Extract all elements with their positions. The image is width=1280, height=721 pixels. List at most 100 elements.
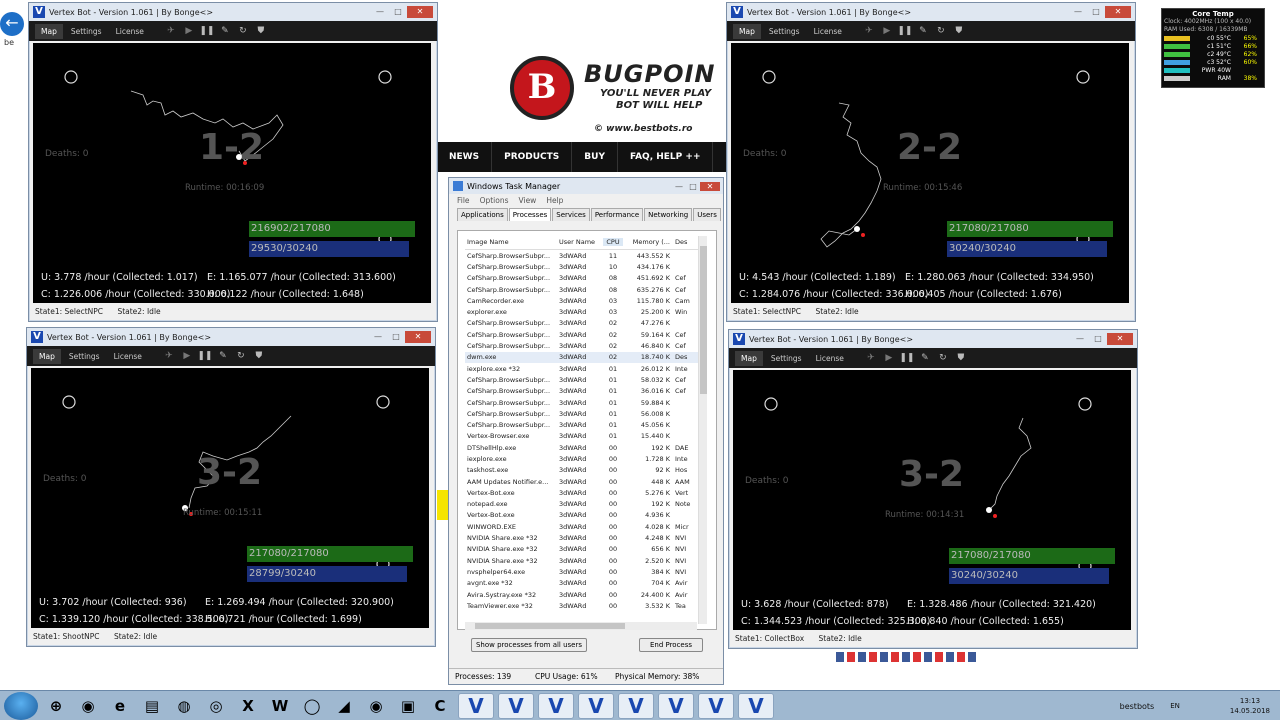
tray-language[interactable]: EN xyxy=(1170,702,1180,710)
table-row[interactable]: CefSharp.BrowserSubpr... 3dWARd 01 59.884 K xyxy=(465,397,705,408)
tab-settings[interactable]: Settings xyxy=(65,24,108,39)
table-row[interactable]: Vertex-Bot.exe 3dWARd 00 4.936 K xyxy=(465,510,705,521)
refresh-icon[interactable]: ↻ xyxy=(234,26,252,36)
taskbar-vertex-icon[interactable]: V xyxy=(658,692,694,719)
table-row[interactable]: NVIDIA Share.exe *32 3dWARd 00 4.248 K NVI xyxy=(465,532,705,543)
table-row[interactable]: CefSharp.BrowserSubpr... 3dWARd 11 443.552 … xyxy=(465,250,705,261)
pause-icon[interactable]: ❚❚ xyxy=(196,351,214,361)
table-row[interactable]: CamRecorder.exe 3dWARd 03 115.780 K Cam xyxy=(465,295,705,306)
tab-networking[interactable]: Networking xyxy=(644,208,693,221)
tab-settings[interactable]: Settings xyxy=(63,349,106,364)
play-icon[interactable]: ▶ xyxy=(878,26,896,36)
minimize-button[interactable]: — xyxy=(672,182,686,191)
tab-license[interactable]: License xyxy=(810,351,850,366)
taskbar-app-icon[interactable]: ⊕ xyxy=(42,693,70,719)
close-button[interactable]: ✕ xyxy=(700,181,720,191)
menu-view[interactable]: View xyxy=(519,196,537,205)
taskbar-app-icon[interactable]: ◢ xyxy=(330,693,358,719)
table-row[interactable]: CefSharp.BrowserSubpr... 3dWARd 08 635.276 … xyxy=(465,284,705,295)
table-row[interactable]: Vertex-Browser.exe 3dWARd 01 15.440 K xyxy=(465,431,705,442)
nav-products[interactable]: PRODUCTS xyxy=(492,142,573,172)
tab-license[interactable]: License xyxy=(808,24,848,39)
table-row[interactable]: CefSharp.BrowserSubpr... 3dWARd 01 56.008 K xyxy=(465,408,705,419)
tab-processes[interactable]: Processes xyxy=(508,208,552,221)
tab-performance[interactable]: Performance xyxy=(590,208,644,221)
vertex-bot-window[interactable]: V Vertex Bot - Version 1.061 | By Bonge<… xyxy=(728,329,1138,649)
tray-user[interactable]: bestbots xyxy=(1120,702,1155,711)
minimize-button[interactable]: — xyxy=(1071,333,1089,345)
table-row[interactable]: dwm.exe 3dWARd 02 18.740 K Des xyxy=(465,351,705,363)
table-row[interactable]: iexplore.exe 3dWARd 00 1.728 K Inte xyxy=(465,453,705,464)
refresh-icon[interactable]: ↻ xyxy=(934,353,952,363)
minimap[interactable]: 3-2 Deaths: 0 Runtime: 00:15:11 217080/2… xyxy=(31,368,429,590)
nav-buy[interactable]: BUY xyxy=(572,142,618,172)
pin-icon[interactable]: ✎ xyxy=(214,351,232,361)
plane-icon[interactable]: ✈ xyxy=(160,351,178,361)
column-user-name[interactable]: User Name xyxy=(557,238,603,246)
maximize-button[interactable]: □ xyxy=(1087,6,1105,18)
table-row[interactable]: WINWORD.EXE 3dWARd 00 4.028 K Micr xyxy=(465,521,705,532)
taskbar-app-icon[interactable]: ▣ xyxy=(394,693,422,719)
taskbar-app-icon[interactable]: ◯ xyxy=(298,693,326,719)
vertex-bot-window[interactable]: V Vertex Bot - Version 1.061 | By Bonge<… xyxy=(726,2,1136,322)
minimap[interactable]: 3-2 Deaths: 0 Runtime: 00:14:31 217080/2… xyxy=(733,370,1131,592)
minimap[interactable]: 2-2 Deaths: 0 Runtime: 00:15:46 217080/2… xyxy=(731,43,1129,265)
vertex-bot-window[interactable]: V Vertex Bot - Version 1.061 | By Bonge<… xyxy=(28,2,438,322)
maximize-button[interactable]: □ xyxy=(389,6,407,18)
table-row[interactable]: CefSharp.BrowserSubpr... 3dWARd 10 434.176 … xyxy=(465,261,705,272)
column-cpu[interactable]: CPU xyxy=(603,237,623,246)
table-row[interactable]: CefSharp.BrowserSubpr... 3dWARd 02 46.840 K… xyxy=(465,340,705,351)
nav-faq[interactable]: FAQ, HELP ++ xyxy=(618,142,714,172)
back-arrow-icon[interactable]: ← xyxy=(0,12,24,36)
play-icon[interactable]: ▶ xyxy=(178,351,196,361)
table-row[interactable]: explorer.exe 3dWARd 03 25.200 K Win xyxy=(465,306,705,317)
close-button[interactable]: ✕ xyxy=(1105,6,1131,18)
tab-services[interactable]: Services xyxy=(552,208,590,221)
table-row[interactable]: avgnt.exe *32 3dWARd 00 704 K Avir xyxy=(465,578,705,589)
vertex-bot-titlebar[interactable]: V Vertex Bot - Version 1.061 | By Bonge<… xyxy=(729,330,1137,348)
taskbar-vertex-icon[interactable]: V xyxy=(738,692,774,719)
pause-icon[interactable]: ❚❚ xyxy=(898,353,916,363)
pause-icon[interactable]: ❚❚ xyxy=(896,26,914,36)
menu-options[interactable]: Options xyxy=(480,196,509,205)
table-row[interactable]: Avira.Systray.exe *32 3dWARd 00 24.400 K Avi… xyxy=(465,589,705,600)
table-row[interactable]: CefSharp.BrowserSubpr... 3dWARd 08 451.692 … xyxy=(465,273,705,284)
shield-icon[interactable]: ⛊ xyxy=(252,26,270,36)
tab-map[interactable]: Map xyxy=(33,348,61,364)
table-row[interactable]: Vertex-Bot.exe 3dWARd 00 5.276 K Vert xyxy=(465,487,705,498)
taskbar-app-icon[interactable]: ◉ xyxy=(362,693,390,719)
table-row[interactable]: CefSharp.BrowserSubpr... 3dWARd 01 36.016 K… xyxy=(465,386,705,397)
table-row[interactable]: NVIDIA Share.exe *32 3dWARd 00 656 K NVI xyxy=(465,544,705,555)
table-row[interactable]: notepad.exe 3dWARd 00 192 K Note xyxy=(465,499,705,510)
table-row[interactable]: CefSharp.BrowserSubpr... 3dWARd 02 47.276 K xyxy=(465,318,705,329)
refresh-icon[interactable]: ↻ xyxy=(932,26,950,36)
tab-users[interactable]: Users xyxy=(693,208,721,221)
table-row[interactable]: NVIDIA Share.exe *32 3dWARd 00 2.520 K NVI xyxy=(465,555,705,566)
tab-map[interactable]: Map xyxy=(35,23,63,39)
taskbar-app-icon[interactable]: ◉ xyxy=(74,693,102,719)
nav-news[interactable]: NEWS xyxy=(437,142,493,172)
browser-tab[interactable]: be xyxy=(4,38,14,47)
taskbar-app-icon[interactable]: ▤ xyxy=(138,693,166,719)
taskbar-app-icon[interactable]: e xyxy=(106,693,134,719)
menu-file[interactable]: File xyxy=(457,196,470,205)
show-all-processes-button[interactable]: Show processes from all users xyxy=(471,638,587,652)
table-row[interactable]: taskhost.exe 3dWARd 00 92 K Hos xyxy=(465,465,705,476)
shield-icon[interactable]: ⛊ xyxy=(250,351,268,361)
close-button[interactable]: ✕ xyxy=(407,6,433,18)
minimap[interactable]: 1-2 Deaths: 0 Runtime: 00:16:09 216902/2… xyxy=(33,43,431,265)
tab-map[interactable]: Map xyxy=(733,23,761,39)
taskbar-app-icon[interactable]: C xyxy=(426,693,454,719)
shield-icon[interactable]: ⛊ xyxy=(952,353,970,363)
table-row[interactable]: nvsphelper64.exe 3dWARd 00 384 K NVI xyxy=(465,566,705,577)
start-button[interactable] xyxy=(4,691,38,720)
horizontal-scrollbar[interactable] xyxy=(465,622,697,630)
plane-icon[interactable]: ✈ xyxy=(162,26,180,36)
taskbar-app-icon[interactable]: ◍ xyxy=(170,693,198,719)
maximize-button[interactable]: □ xyxy=(387,331,405,343)
table-row[interactable]: DTShellHlp.exe 3dWARd 00 192 K DAE xyxy=(465,442,705,453)
vertical-scrollbar[interactable] xyxy=(698,236,707,624)
pin-icon[interactable]: ✎ xyxy=(916,353,934,363)
taskbar-vertex-icon[interactable]: V xyxy=(538,692,574,719)
tab-applications[interactable]: Applications xyxy=(457,208,508,221)
